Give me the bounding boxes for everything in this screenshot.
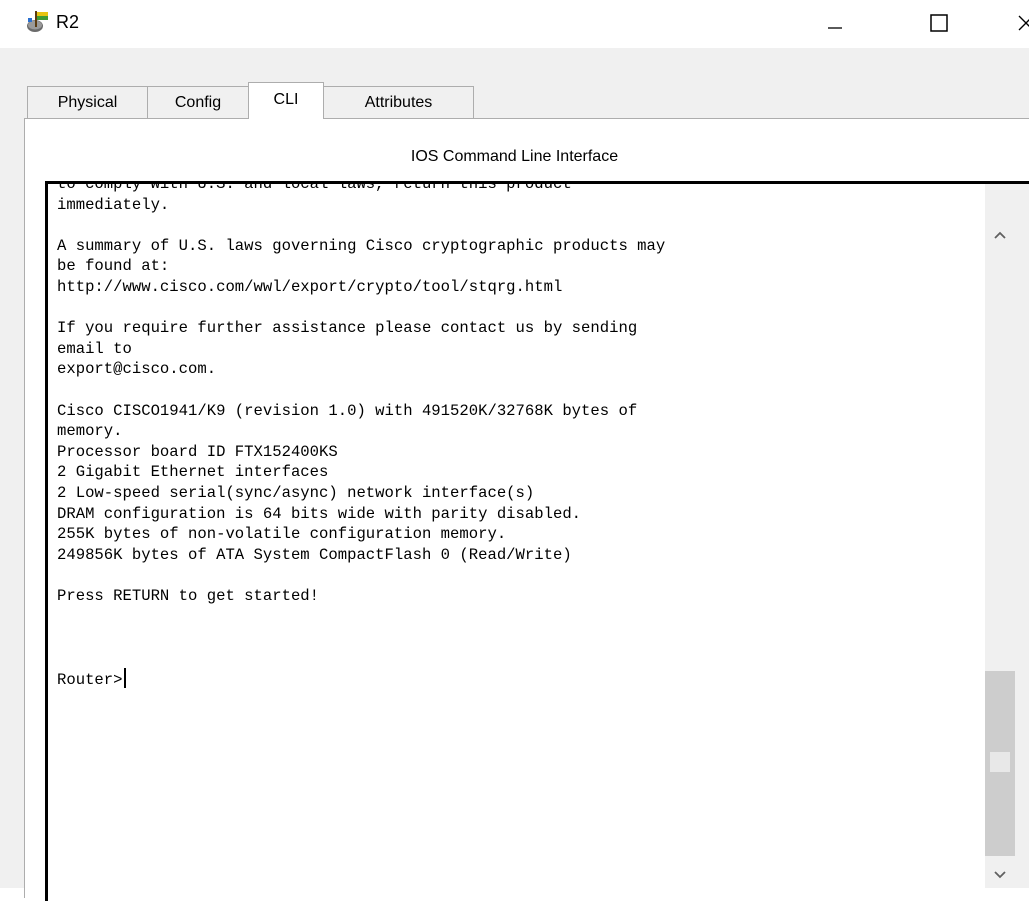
scroll-up-arrow-icon[interactable] bbox=[985, 222, 1015, 248]
panel-title: IOS Command Line Interface bbox=[410, 148, 619, 165]
tab-config[interactable]: Config bbox=[147, 86, 249, 118]
router-app-icon bbox=[27, 11, 48, 32]
title-bar: R2 bbox=[0, 0, 1029, 48]
scrollbar-thumb-grip bbox=[990, 752, 1010, 772]
terminal-output[interactable]: to comply with U.S. and local laws, retu… bbox=[57, 181, 666, 691]
minimize-button[interactable] bbox=[815, 4, 855, 44]
scroll-down-arrow-icon[interactable] bbox=[985, 862, 1015, 888]
close-button[interactable] bbox=[1005, 4, 1029, 44]
terminal-text: to comply with U.S. and local laws, retu… bbox=[57, 181, 666, 690]
cli-terminal[interactable]: to comply with U.S. and local laws, retu… bbox=[45, 181, 1029, 901]
tab-attributes[interactable]: Attributes bbox=[323, 86, 474, 118]
maximize-button[interactable] bbox=[918, 4, 958, 44]
window-title: R2 bbox=[56, 12, 80, 32]
text-cursor bbox=[123, 668, 126, 689]
tab-physical[interactable]: Physical bbox=[27, 86, 148, 118]
tab-cli[interactable]: CLI bbox=[248, 82, 324, 119]
